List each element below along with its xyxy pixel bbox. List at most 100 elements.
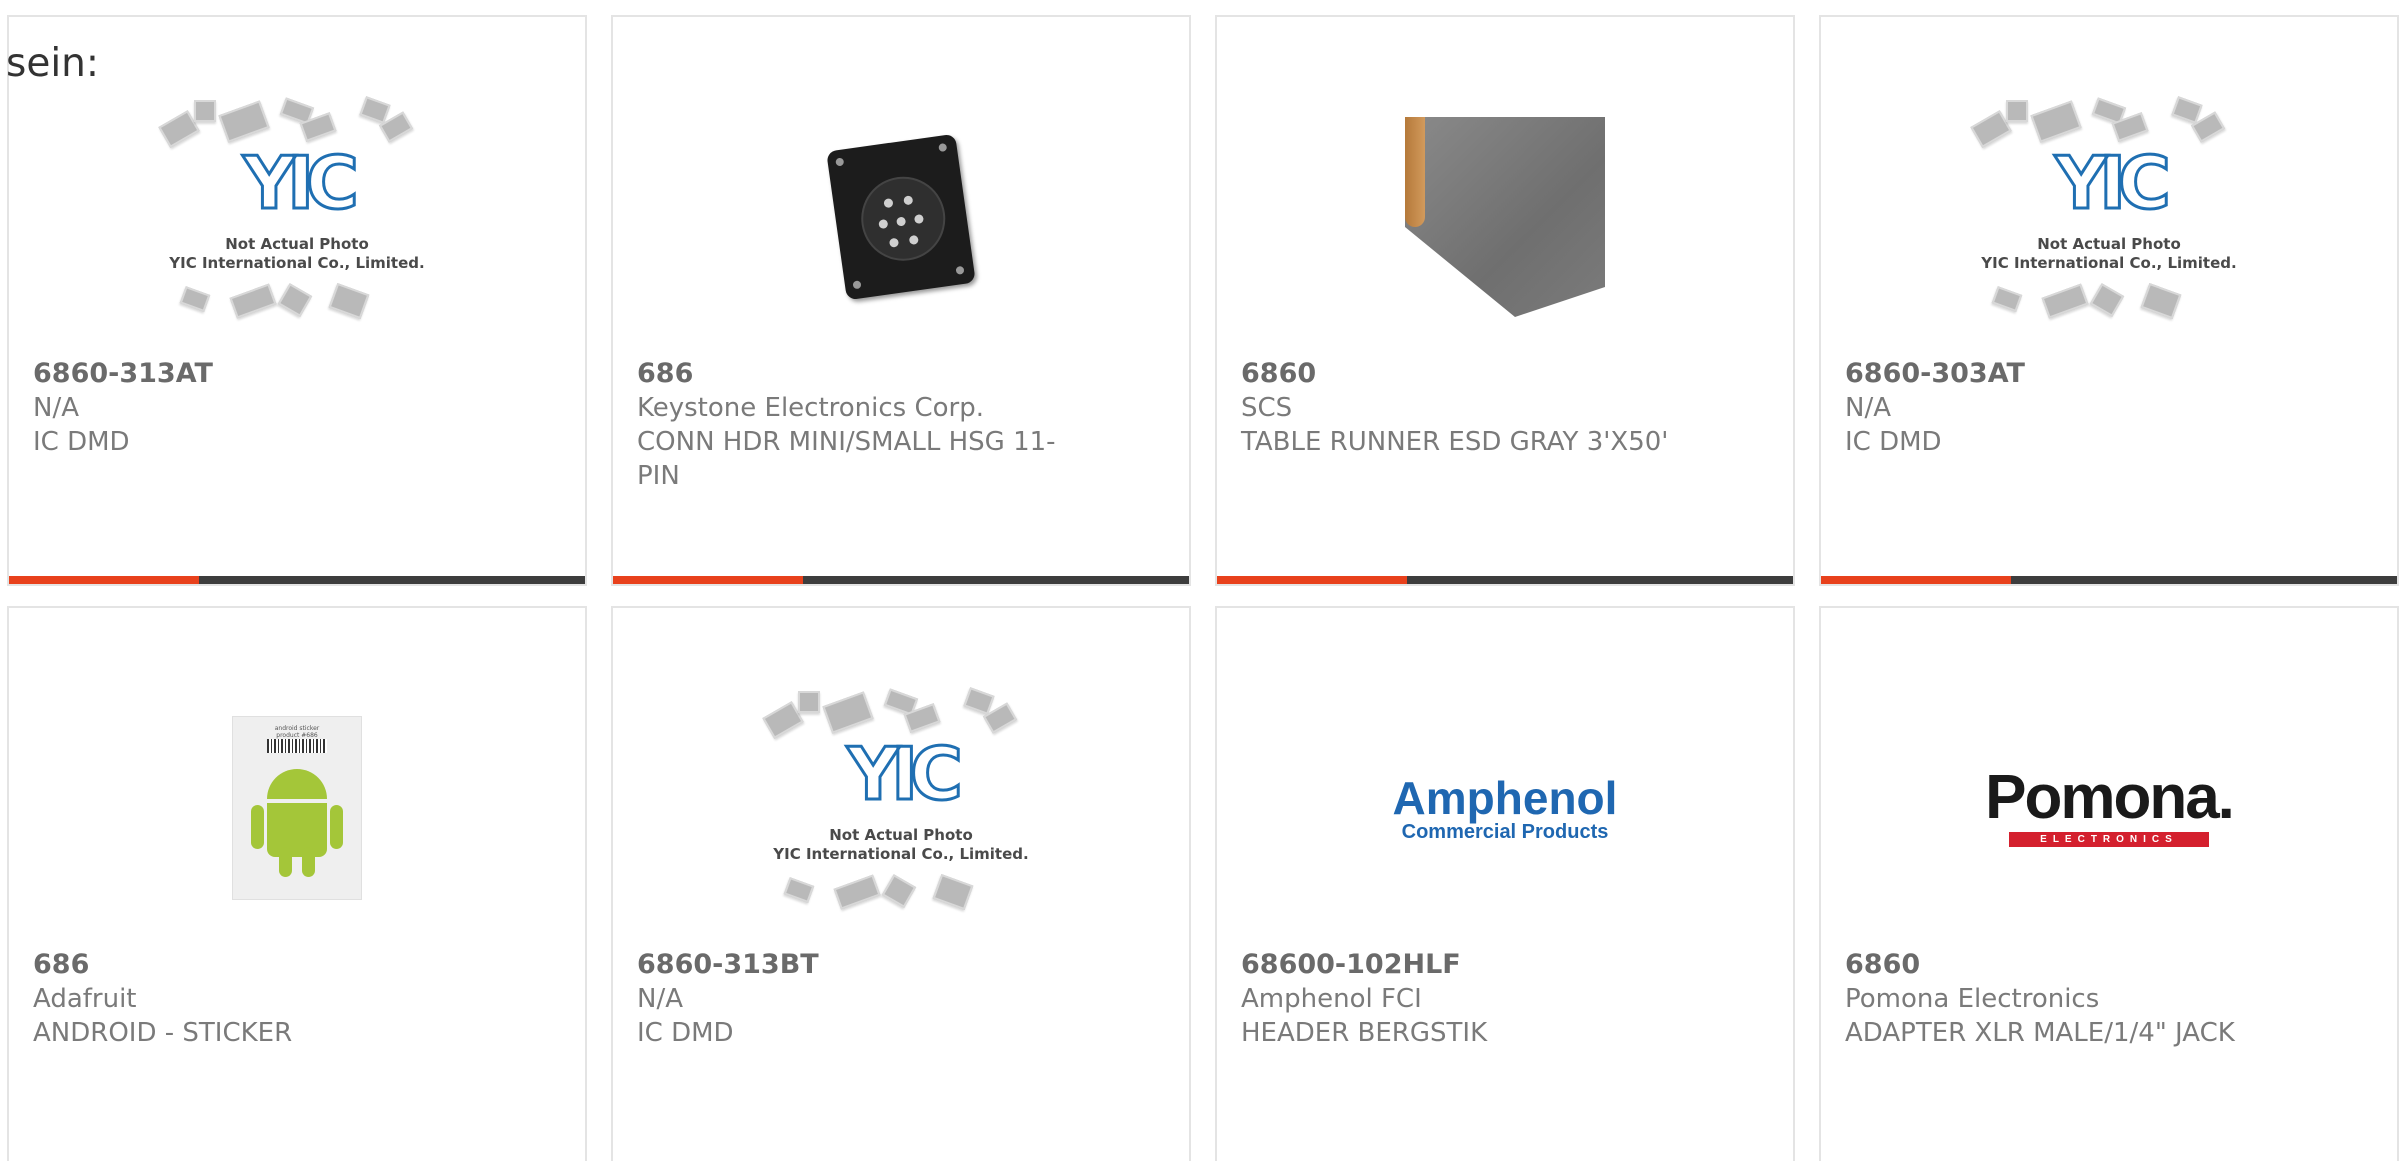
product-card[interactable]: YIC Not Actual Photo YIC International C…: [7, 15, 587, 586]
yic-caption: Not Actual Photo YIC International Co., …: [1964, 235, 2254, 273]
yic-placeholder-icon: YIC Not Actual Photo YIC International C…: [756, 683, 1046, 933]
product-card[interactable]: YIC Not Actual Photo YIC International C…: [1819, 15, 2399, 586]
yic-placeholder-icon: YIC Not Actual Photo YIC International C…: [1964, 92, 2254, 342]
description: ANDROID - STICKER: [33, 1018, 293, 1048]
chip-icon: [194, 100, 216, 122]
chip-icon: [2089, 283, 2125, 317]
yic-caption: Not Actual Photo YIC International Co., …: [756, 826, 1046, 864]
android-robot-leg: [279, 847, 292, 877]
product-card[interactable]: 6860 SCS TABLE RUNNER ESD GRAY 3'X50': [1215, 15, 1795, 586]
pomona-logo: Pomona. ELECTRONICS: [1985, 767, 2235, 847]
part-number[interactable]: 686: [33, 948, 465, 982]
manufacturer: Pomona Electronics: [1845, 984, 2100, 1014]
product-image[interactable]: YIC Not Actual Photo YIC International C…: [9, 72, 585, 362]
description: HEADER BERGSTIK: [1241, 1018, 1488, 1048]
product-image[interactable]: [613, 72, 1189, 362]
product-image[interactable]: YIC Not Actual Photo YIC International C…: [613, 663, 1189, 953]
chip-icon: [881, 874, 917, 908]
manufacturer: SCS: [1241, 393, 1293, 423]
yic-caption-line2: YIC International Co., Limited.: [773, 845, 1029, 863]
part-number[interactable]: 6860-303AT: [1845, 357, 2277, 391]
part-number[interactable]: 686: [637, 357, 1069, 391]
pin: [913, 213, 925, 225]
android-robot-arm: [251, 805, 264, 849]
chip-icon: [1991, 286, 2023, 312]
yic-caption-line2: YIC International Co., Limited.: [169, 254, 425, 272]
mounting-hole: [955, 265, 965, 275]
part-number[interactable]: 6860-313AT: [33, 357, 465, 391]
product-grid: YIC Not Actual Photo YIC International C…: [7, 15, 2399, 1161]
chip-icon: [2140, 282, 2182, 320]
description: CONN HDR MINI/SMALL HSG 11-PIN: [637, 427, 1056, 491]
manufacturer: N/A: [637, 984, 683, 1014]
progress-bar: [1217, 576, 1793, 584]
android-robot-leg: [302, 847, 315, 877]
chip-icon: [229, 283, 277, 319]
chip-icon: [218, 100, 270, 143]
progress-fill: [1217, 576, 1408, 584]
amphenol-logo-main: Amphenol: [1392, 772, 1618, 824]
pin: [883, 198, 894, 209]
product-image[interactable]: Amphenol Commercial Products: [1217, 663, 1793, 953]
manufacturer: N/A: [33, 393, 79, 423]
pin: [903, 195, 914, 206]
part-number[interactable]: 68600-102HLF: [1241, 948, 1673, 982]
part-number[interactable]: 6860-313BT: [637, 948, 1069, 982]
product-info: 6860-303AT N/A IC DMD: [1845, 357, 2277, 459]
chip-icon: [833, 874, 881, 910]
sticker-label-line1: android sticker: [274, 725, 320, 732]
product-image[interactable]: android sticker product #686: [9, 663, 585, 953]
product-info: 6860-313BT N/A IC DMD: [637, 948, 1069, 1050]
product-info: 686 Keystone Electronics Corp. CONN HDR …: [637, 357, 1069, 493]
progress-fill: [1821, 576, 2012, 584]
mounting-hole: [852, 280, 862, 290]
product-image[interactable]: [1217, 72, 1793, 362]
product-info: 686 Adafruit ANDROID - STICKER: [33, 948, 465, 1050]
chip-icon: [2041, 283, 2089, 319]
progress-fill: [9, 576, 200, 584]
chip-icon: [179, 286, 211, 312]
yic-logo: YIC: [2054, 141, 2173, 225]
product-card[interactable]: Pomona. ELECTRONICS 6860 Pomona Electron…: [1819, 606, 2399, 1161]
pin: [908, 234, 919, 246]
android-robot-body: [267, 803, 327, 857]
part-number[interactable]: 6860: [1241, 357, 1673, 391]
connector-photo: [826, 133, 976, 301]
manufacturer: N/A: [1845, 393, 1891, 423]
description: TABLE RUNNER ESD GRAY 3'X50': [1241, 427, 1669, 457]
part-number[interactable]: 6860: [1845, 948, 2277, 982]
yic-caption-line1: Not Actual Photo: [2037, 235, 2181, 253]
pomona-logo-sub: ELECTRONICS: [2009, 832, 2209, 847]
yic-placeholder-icon: YIC Not Actual Photo YIC International C…: [152, 92, 442, 342]
product-image[interactable]: YIC Not Actual Photo YIC International C…: [1821, 72, 2397, 362]
chip-icon: [2030, 100, 2082, 143]
product-card[interactable]: Amphenol Commercial Products 68600-102HL…: [1215, 606, 1795, 1161]
product-card[interactable]: 686 Keystone Electronics Corp. CONN HDR …: [611, 15, 1191, 586]
sticker-label-line2: product #686: [276, 732, 318, 739]
yic-logo: YIC: [846, 732, 965, 816]
yic-caption-line1: Not Actual Photo: [829, 826, 973, 844]
mounting-hole: [835, 157, 845, 167]
description: IC DMD: [1845, 427, 1942, 457]
android-robot-arm: [330, 805, 343, 849]
lead-text: sein:: [6, 41, 100, 86]
chip-icon: [277, 283, 313, 317]
product-image[interactable]: Pomona. ELECTRONICS: [1821, 663, 2397, 953]
description: IC DMD: [637, 1018, 734, 1048]
product-info: 6860 Pomona Electronics ADAPTER XLR MALE…: [1845, 948, 2277, 1050]
manufacturer: Adafruit: [33, 984, 137, 1014]
product-card[interactable]: android sticker product #686 686 Adafrui…: [7, 606, 587, 1161]
mounting-hole: [938, 142, 948, 153]
description: IC DMD: [33, 427, 130, 457]
yic-caption-line2: YIC International Co., Limited.: [1981, 254, 2237, 272]
progress-fill: [613, 576, 804, 584]
product-card[interactable]: YIC Not Actual Photo YIC International C…: [611, 606, 1191, 1161]
yic-logo: YIC: [242, 141, 361, 225]
product-info: 6860 SCS TABLE RUNNER ESD GRAY 3'X50': [1241, 357, 1673, 459]
chip-icon: [798, 691, 820, 713]
progress-bar: [613, 576, 1189, 584]
sticker-label: android sticker product #686: [253, 725, 341, 739]
manufacturer: Amphenol FCI: [1241, 984, 1422, 1014]
amphenol-logo-sub: Commercial Products: [1401, 821, 1609, 843]
table-runner-photo: [1405, 117, 1605, 317]
